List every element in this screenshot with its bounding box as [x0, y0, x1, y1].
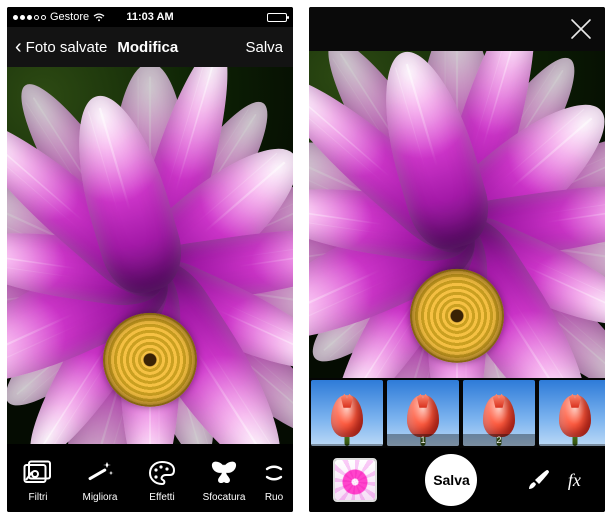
chevron-left-icon: ‹ [15, 37, 22, 57]
back-label: Foto salvate [26, 39, 108, 56]
tool-label: Ruo [265, 492, 283, 503]
save-button[interactable]: Salva [425, 454, 477, 506]
tool-label: Effetti [149, 492, 174, 503]
save-label: Salva [433, 472, 470, 488]
battery-icon [267, 13, 287, 22]
frames-button[interactable] [333, 458, 377, 502]
fx-button[interactable]: fx [568, 470, 581, 491]
screenshot-left: Gestore 11:03 AM ‹ Foto salvate Modifica… [7, 7, 293, 512]
bottom-toolbar: Salva fx [309, 448, 605, 512]
rotate-icon [259, 458, 289, 488]
editor-canvas[interactable] [7, 67, 293, 444]
status-bar: Gestore 11:03 AM [7, 7, 293, 27]
filters-icon [23, 458, 53, 488]
tool-filters[interactable]: Filtri [11, 458, 65, 503]
top-bar [309, 7, 605, 51]
photo-flower [7, 67, 293, 444]
tool-rotate[interactable]: Ruo [259, 458, 289, 503]
save-button[interactable]: Salva [245, 39, 283, 56]
signal-strength-icon [13, 15, 46, 20]
filter-thumb[interactable]: 2 [463, 380, 535, 446]
nav-bar: ‹ Foto salvate Modifica Salva [7, 27, 293, 67]
tool-blur[interactable]: Sfocatura [197, 458, 251, 503]
status-left: Gestore [13, 11, 105, 23]
thumb-label [311, 444, 383, 446]
close-button[interactable] [567, 15, 595, 43]
wifi-icon [93, 13, 105, 22]
frame-preview-icon [335, 460, 375, 500]
tool-enhance[interactable]: Migliora [73, 458, 127, 503]
filter-thumb[interactable] [311, 380, 383, 446]
status-right [267, 13, 287, 22]
filter-thumb[interactable] [539, 380, 605, 446]
back-button[interactable]: ‹ Foto salvate Modifica [15, 37, 178, 57]
magic-wand-icon [85, 458, 115, 488]
tool-label: Sfocatura [203, 492, 246, 503]
tool-label: Migliora [82, 492, 117, 503]
bottom-toolbar: Filtri Migliora [7, 444, 293, 512]
screenshot-right: 1 2 Salva [309, 7, 605, 512]
preview-canvas[interactable] [309, 51, 605, 378]
butterfly-icon [209, 458, 239, 488]
brush-icon [526, 467, 552, 493]
palette-icon [147, 458, 177, 488]
carrier-label: Gestore [50, 11, 89, 23]
tool-effects[interactable]: Effetti [135, 458, 189, 503]
page-title: Modifica [117, 39, 178, 56]
brush-button[interactable] [526, 467, 552, 493]
thumb-label: 2 [463, 434, 535, 446]
filter-filmstrip[interactable]: 1 2 [309, 378, 605, 448]
close-icon [567, 15, 595, 43]
thumb-label: 1 [387, 434, 459, 446]
tool-label: Filtri [29, 492, 48, 503]
photo-flower [309, 51, 605, 378]
filter-thumb[interactable]: 1 [387, 380, 459, 446]
thumb-label [539, 444, 605, 446]
